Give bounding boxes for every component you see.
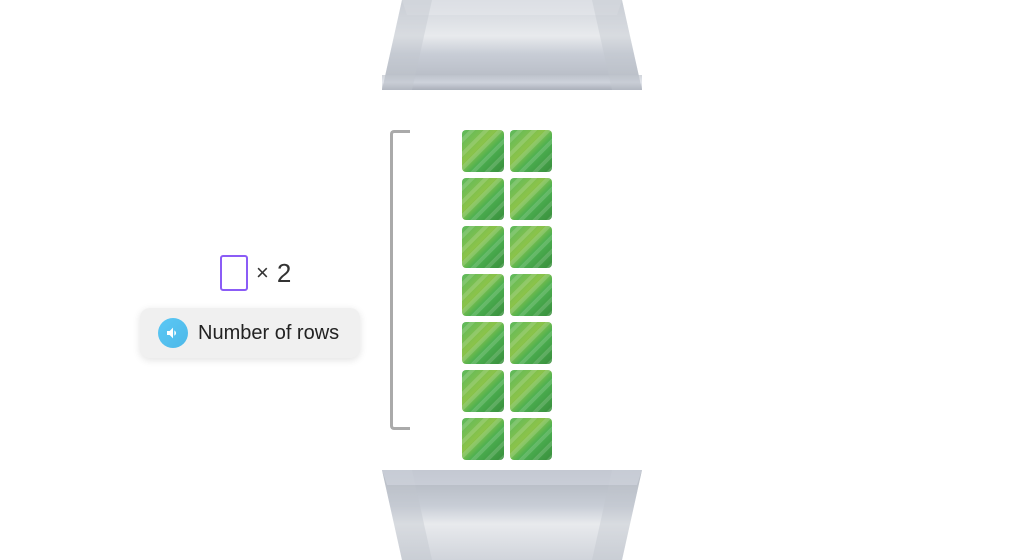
- grid-cell: [462, 322, 504, 364]
- grid-cell: [462, 418, 504, 460]
- grid-cell: [510, 178, 552, 220]
- tooltip-label: Number of rows: [198, 322, 339, 345]
- top-decoration: [372, 0, 652, 90]
- grid-cell: [462, 226, 504, 268]
- number-of-rows-tooltip: Number of rows: [140, 308, 360, 358]
- bottom-decoration: [372, 470, 652, 560]
- row-count: 2: [277, 258, 291, 289]
- grid-cell: [510, 226, 552, 268]
- multiply-icon: ×: [256, 260, 269, 286]
- grid-cell: [510, 370, 552, 412]
- grid-cell: [510, 322, 552, 364]
- grid-cell: [510, 274, 552, 316]
- row-rectangle-icon: [220, 255, 248, 291]
- multiplier-symbol: × 2: [220, 255, 291, 291]
- grid-cell: [510, 418, 552, 460]
- speaker-icon: [158, 318, 188, 348]
- row-bracket: [390, 130, 410, 430]
- grid-cell: [462, 274, 504, 316]
- grid-cell: [462, 130, 504, 172]
- grid-cell: [510, 130, 552, 172]
- green-grid: [462, 130, 552, 460]
- grid-cell: [462, 178, 504, 220]
- grid-cell: [462, 370, 504, 412]
